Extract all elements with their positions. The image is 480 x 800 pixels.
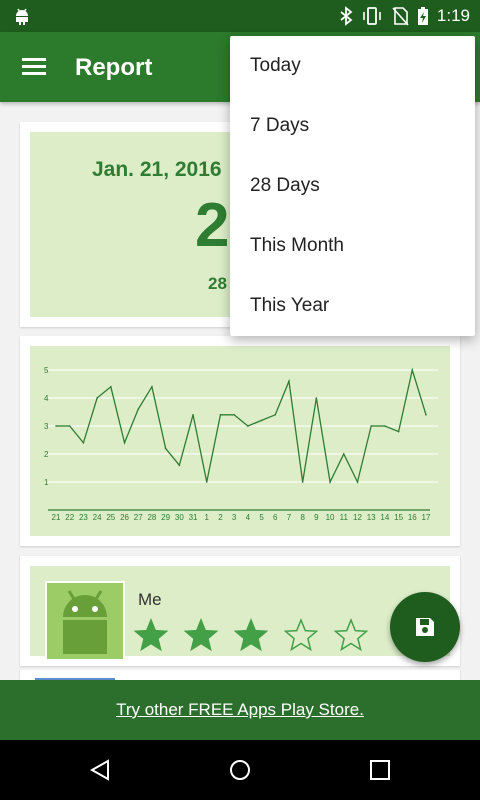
line-chart: 1234521 22 23 24 25 26 27 28 29 30 31 1 2 3 4 5 6 7 8 9 10 11… bbox=[30, 346, 450, 536]
recents-icon[interactable] bbox=[368, 758, 392, 782]
data-point bbox=[274, 414, 277, 416]
star-rating[interactable] bbox=[134, 618, 368, 652]
data-point bbox=[247, 425, 249, 427]
data-point bbox=[425, 414, 427, 416]
promo-banner: Try other FREE Apps Play Store. bbox=[0, 680, 480, 740]
star-filled-icon[interactable] bbox=[184, 618, 218, 652]
period-dropdown-menu: Today 7 Days 28 Days This Month This Year bbox=[230, 36, 475, 336]
x-tick-label: 9 bbox=[314, 513, 319, 522]
back-icon[interactable] bbox=[88, 758, 112, 782]
data-point bbox=[205, 481, 208, 483]
data-point bbox=[178, 464, 181, 466]
menu-item[interactable]: This Year bbox=[230, 276, 475, 336]
data-point bbox=[356, 481, 359, 483]
data-point bbox=[260, 419, 263, 422]
x-tick-label: 27 bbox=[134, 513, 143, 522]
y-tick-label: 5 bbox=[44, 366, 49, 375]
x-tick-label: 31 bbox=[189, 513, 198, 522]
x-tick-label: 12 bbox=[353, 513, 362, 522]
x-tick-label: 21 bbox=[52, 513, 61, 522]
rater-name: Me bbox=[138, 590, 162, 609]
x-tick-label: 15 bbox=[394, 513, 403, 522]
x-tick-label: 5 bbox=[259, 513, 264, 522]
y-tick-label: 3 bbox=[44, 422, 49, 431]
battery-charging-icon bbox=[417, 7, 428, 25]
x-tick-label: 23 bbox=[79, 513, 88, 522]
x-tick-label: 28 bbox=[147, 513, 156, 522]
period-value: 28 bbox=[208, 274, 227, 293]
x-tick-label: 8 bbox=[300, 513, 305, 522]
x-tick-label: 30 bbox=[175, 513, 184, 522]
page-title: Report bbox=[75, 54, 153, 81]
x-tick-label: 17 bbox=[422, 513, 431, 522]
y-tick-label: 4 bbox=[44, 394, 49, 403]
data-point bbox=[96, 397, 98, 399]
x-tick-label: 13 bbox=[367, 513, 376, 522]
data-point bbox=[384, 425, 386, 427]
data-point bbox=[342, 453, 345, 455]
x-tick-label: 6 bbox=[273, 513, 278, 522]
data-point bbox=[397, 430, 400, 433]
x-tick-label: 24 bbox=[93, 513, 102, 522]
data-point bbox=[151, 386, 153, 388]
y-tick-label: 2 bbox=[44, 450, 49, 459]
menu-icon[interactable] bbox=[22, 56, 48, 78]
system-nav-bar bbox=[0, 740, 480, 800]
data-point bbox=[329, 481, 331, 483]
data-point bbox=[370, 425, 372, 427]
play-store-link[interactable]: Try other FREE Apps Play Store. bbox=[116, 700, 364, 720]
x-tick-label: 22 bbox=[65, 513, 74, 522]
menu-item[interactable]: 28 Days bbox=[230, 156, 475, 216]
today-value: 2 bbox=[195, 191, 230, 260]
x-tick-label: 1 bbox=[205, 513, 210, 522]
vibrate-icon bbox=[363, 7, 381, 25]
star-filled-icon[interactable] bbox=[134, 618, 168, 652]
data-point bbox=[192, 414, 194, 416]
data-point bbox=[288, 380, 290, 382]
rating-panel: Me bbox=[30, 566, 450, 661]
no-sim-icon bbox=[392, 7, 409, 26]
save-icon bbox=[416, 618, 434, 636]
x-tick-label: 16 bbox=[408, 513, 417, 522]
data-point bbox=[68, 425, 71, 427]
home-icon[interactable] bbox=[228, 758, 252, 782]
data-point bbox=[137, 408, 140, 410]
x-tick-label: 10 bbox=[326, 513, 335, 522]
menu-item[interactable]: Today bbox=[230, 36, 475, 96]
x-tick-label: 29 bbox=[161, 513, 170, 522]
data-point bbox=[301, 481, 304, 483]
star-empty-icon[interactable] bbox=[284, 618, 318, 652]
data-point bbox=[411, 369, 414, 371]
android-notification-icon bbox=[16, 8, 28, 25]
data-point bbox=[315, 397, 318, 399]
menu-item[interactable]: 7 Days bbox=[230, 96, 475, 156]
android-avatar bbox=[45, 581, 125, 661]
data-point bbox=[82, 442, 85, 444]
data-point bbox=[219, 414, 222, 416]
data-point bbox=[164, 447, 167, 450]
x-tick-label: 4 bbox=[246, 513, 251, 522]
x-tick-label: 26 bbox=[120, 513, 129, 522]
status-bar: 1:19 bbox=[0, 0, 480, 32]
data-point bbox=[110, 386, 112, 388]
y-tick-label: 1 bbox=[44, 478, 49, 487]
star-filled-icon[interactable] bbox=[234, 618, 268, 652]
chart-card: 1 2 3 4 5 21 22 23 24 25 26 27 28 29 30 31 1 2 3 4 5 6 7 8 9 10 11… bbox=[20, 336, 460, 546]
x-tick-label: 7 bbox=[287, 513, 292, 522]
data-point bbox=[123, 442, 126, 444]
x-tick-label: 25 bbox=[106, 513, 115, 522]
save-button[interactable] bbox=[390, 592, 460, 662]
bluetooth-icon bbox=[340, 6, 353, 26]
report-date: Jan. 21, 2016 bbox=[92, 158, 222, 181]
x-tick-label: 2 bbox=[218, 513, 223, 522]
star-empty-icon[interactable] bbox=[334, 618, 368, 652]
clock: 1:19 bbox=[436, 6, 470, 25]
x-tick-label: 14 bbox=[380, 513, 389, 522]
data-point bbox=[55, 425, 57, 427]
menu-item[interactable]: This Month bbox=[230, 216, 475, 276]
x-tick-label: 3 bbox=[232, 513, 237, 522]
x-tick-label: 11 bbox=[340, 513, 349, 522]
data-point bbox=[233, 414, 235, 416]
android-robot-icon bbox=[47, 583, 123, 659]
